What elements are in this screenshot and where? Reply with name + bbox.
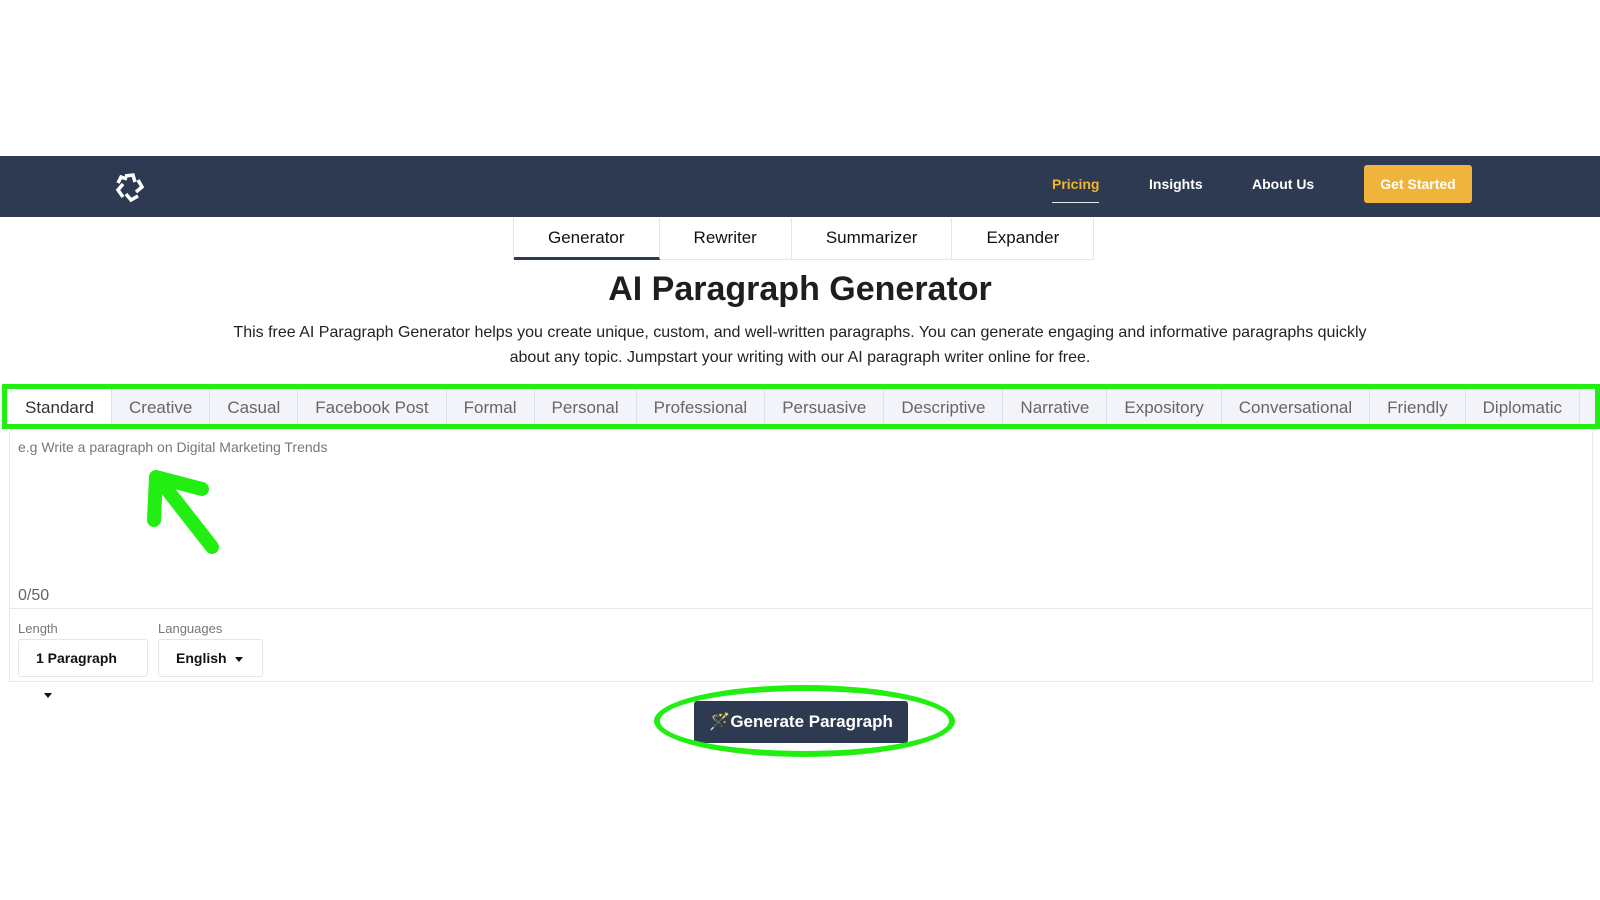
tone-personal[interactable]: Personal (535, 386, 637, 429)
input-panel: 0/50 Length Languages 1 Paragraph Englis… (9, 431, 1593, 698)
length-value: 1 Paragraph (36, 650, 117, 666)
generate-label: Generate Paragraph (730, 712, 893, 731)
char-counter: 0/50 (18, 587, 50, 604)
length-select[interactable]: 1 Paragraph (18, 639, 148, 698)
nav-about-us[interactable]: About Us (1252, 176, 1314, 192)
tab-rewriter[interactable]: Rewriter (660, 218, 792, 260)
nav-pricing[interactable]: Pricing (1052, 176, 1100, 203)
topic-input[interactable] (18, 439, 1578, 579)
tone-standard[interactable]: Standard (8, 386, 112, 429)
tone-casual[interactable]: Casual (210, 386, 299, 429)
annotation-arrow-icon (147, 470, 219, 554)
tone-creative[interactable]: Creative (112, 386, 211, 429)
tone-more[interactable]: C (1580, 386, 1600, 429)
tone-narrative[interactable]: Narrative (1003, 386, 1108, 429)
tone-tabs: Standard Creative Casual Facebook Post F… (0, 386, 1600, 429)
tone-expository[interactable]: Expository (1107, 386, 1222, 429)
tool-tabs: Generator Rewriter Summarizer Expander (513, 218, 1095, 260)
caret-down-icon (44, 692, 52, 698)
tab-summarizer[interactable]: Summarizer (792, 218, 953, 260)
tone-professional[interactable]: Professional (637, 386, 766, 429)
divider (10, 608, 1592, 609)
logo-icon[interactable] (113, 170, 147, 204)
tone-diplomatic[interactable]: Diplomatic (1466, 386, 1580, 429)
language-select[interactable]: English (158, 639, 263, 677)
navbar: Pricing Insights About Us Get Started (0, 156, 1600, 217)
tone-facebook-post[interactable]: Facebook Post (298, 386, 447, 429)
generate-paragraph-button[interactable]: 🪄Generate Paragraph (694, 701, 908, 743)
tone-formal[interactable]: Formal (447, 386, 535, 429)
caret-down-icon (234, 656, 243, 662)
magic-wand-icon: 🪄 (709, 712, 731, 731)
languages-label: Languages (158, 621, 223, 636)
nav-insights[interactable]: Insights (1149, 176, 1203, 192)
tab-generator[interactable]: Generator (514, 218, 660, 260)
tone-conversational[interactable]: Conversational (1222, 386, 1371, 429)
length-label: Length (18, 621, 58, 636)
tone-friendly[interactable]: Friendly (1370, 386, 1466, 429)
tone-persuasive[interactable]: Persuasive (765, 386, 885, 429)
get-started-button[interactable]: Get Started (1364, 165, 1472, 203)
language-value: English (176, 650, 227, 666)
tab-expander[interactable]: Expander (952, 218, 1093, 260)
page-title: AI Paragraph Generator (608, 270, 992, 308)
page-description: This free AI Paragraph Generator helps y… (233, 324, 1367, 366)
tone-descriptive[interactable]: Descriptive (884, 386, 1004, 429)
